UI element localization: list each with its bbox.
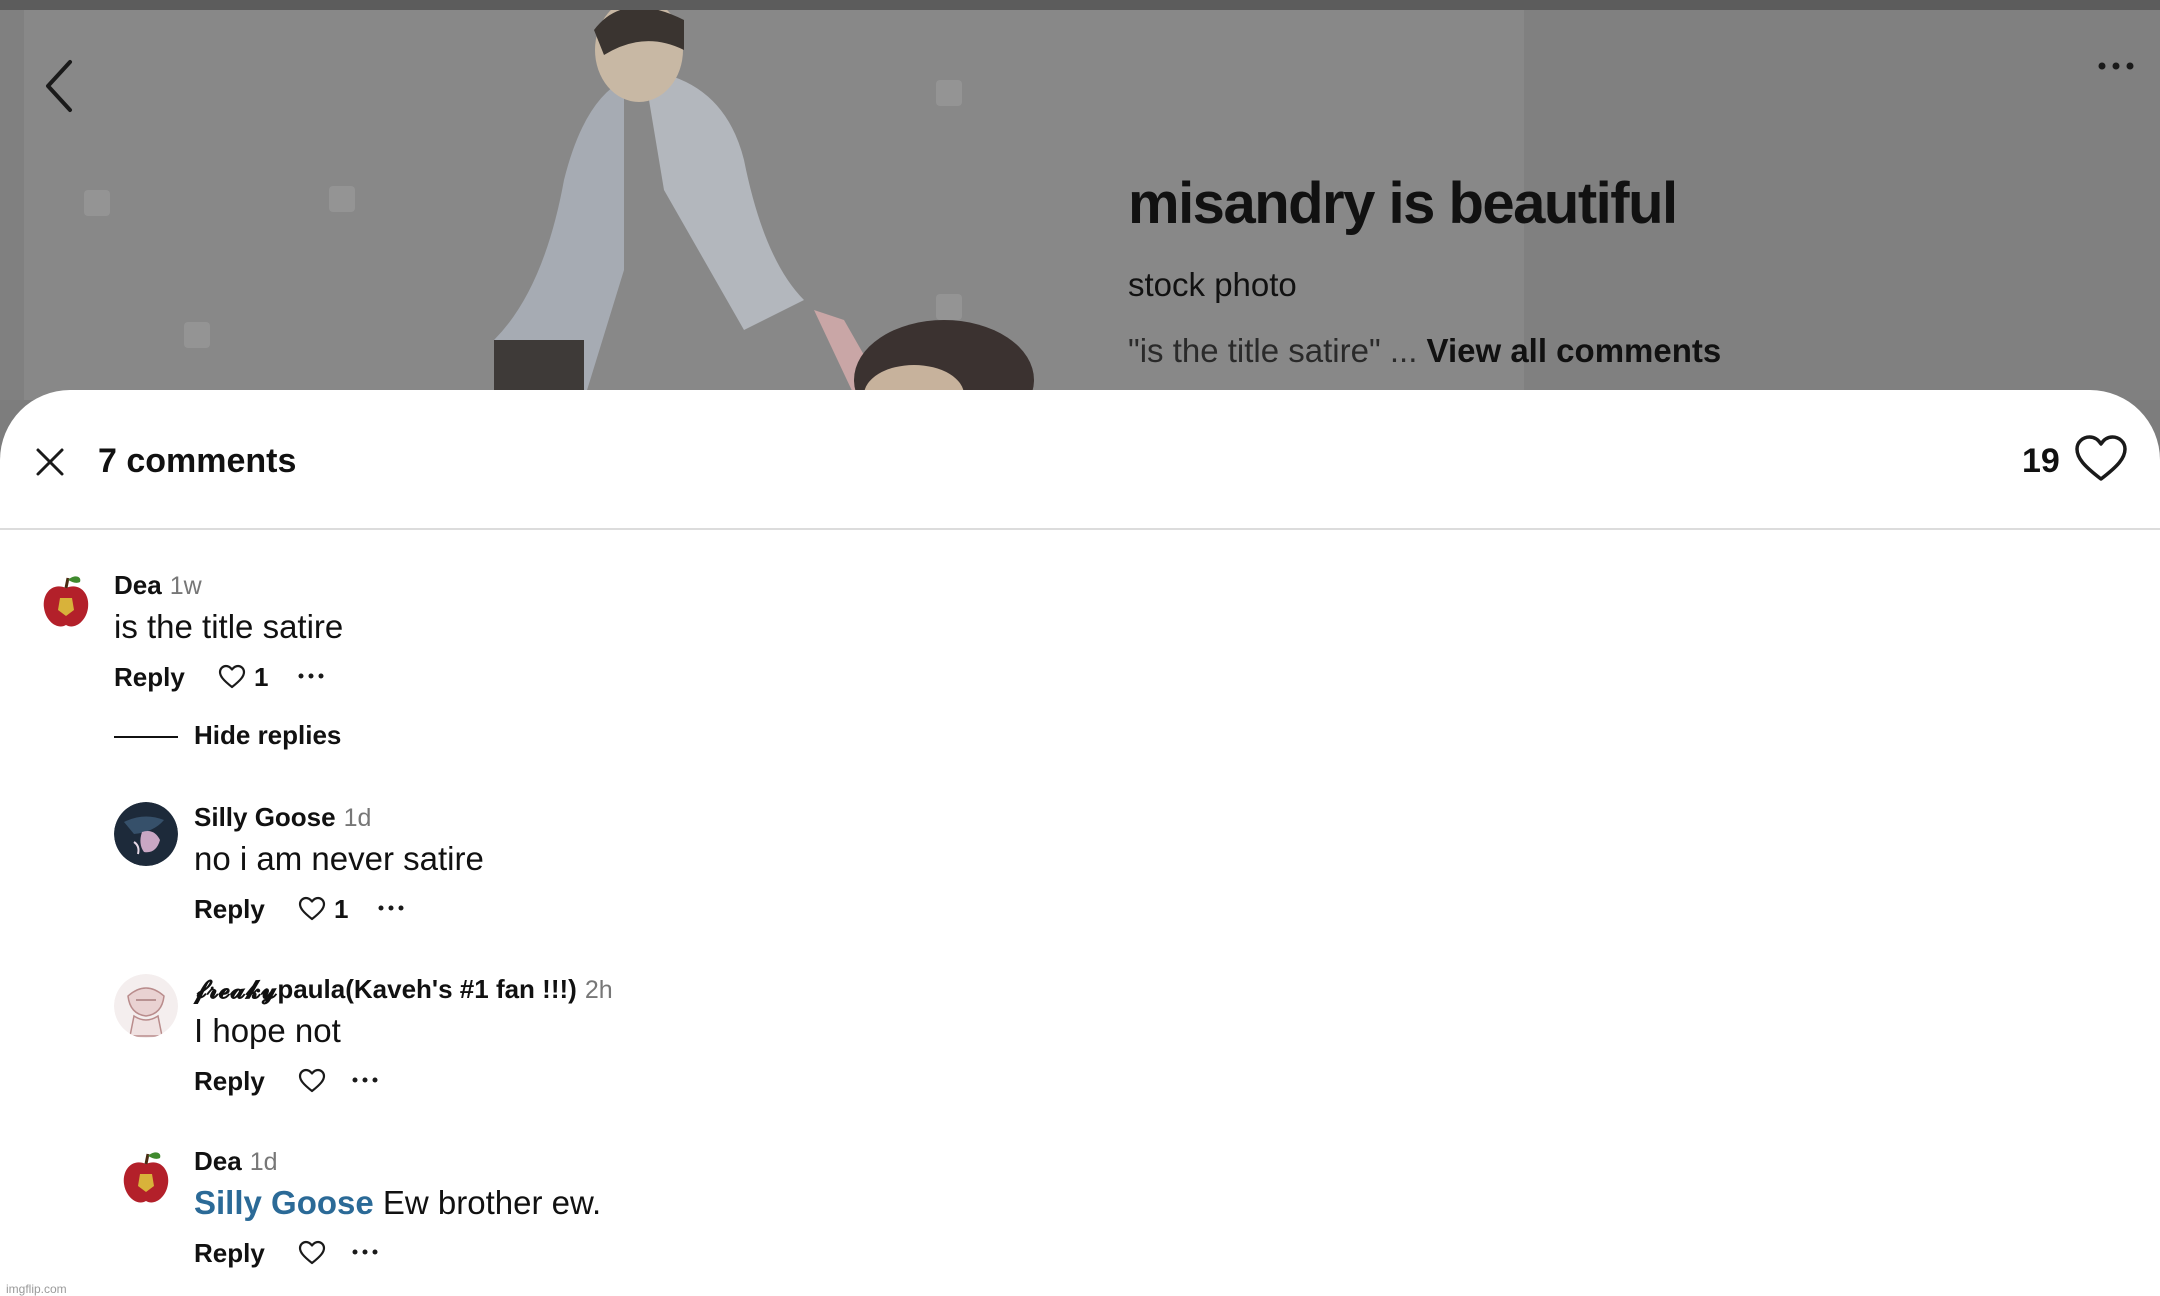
comment-time: 1d <box>343 804 372 832</box>
more-horizontal-icon[interactable] <box>376 898 406 918</box>
comment-actions: Reply 1 <box>114 662 414 698</box>
comment-author[interactable]: Dea <box>114 570 162 600</box>
comment-time: 2h <box>584 976 613 1004</box>
post-like-button[interactable] <box>2074 434 2128 484</box>
reply-button[interactable]: Reply <box>114 662 185 693</box>
chevron-left-icon <box>46 60 72 112</box>
comment-author[interactable]: Silly Goose <box>194 802 336 832</box>
comment-actions: Reply 1 <box>194 894 494 930</box>
apple-avatar-image <box>34 570 98 634</box>
heart-icon[interactable] <box>298 896 326 922</box>
comment-preview-text: "is the title satire" ... <box>1128 332 1418 369</box>
heart-icon[interactable] <box>298 1068 326 1094</box>
comment-meta: Dea 1d <box>194 1146 278 1177</box>
comment-author[interactable]: 𝓯𝓻𝓮𝓪𝓴𝔂paula(Kaveh's #1 fan !!!) <box>194 974 577 1004</box>
post-subtitle: stock photo <box>1128 266 1297 303</box>
avatar[interactable] <box>114 974 178 1038</box>
silly-goose-avatar-image <box>114 802 178 866</box>
reply-comment: Dea 1d Silly Goose Ew brother ew. Reply <box>114 1146 1914 1286</box>
comment-author[interactable]: Dea <box>194 1146 242 1176</box>
post-options-button[interactable] <box>2092 46 2142 86</box>
view-all-comments-link[interactable]: View all comments <box>1427 332 1722 369</box>
reply-comment: Silly Goose 1d no i am never satire Reply… <box>114 802 1914 942</box>
comment-time: 1d <box>249 1148 278 1176</box>
replies-divider-line <box>114 736 178 738</box>
comment-meta: Silly Goose 1d <box>194 802 371 833</box>
avatar[interactable] <box>34 570 98 634</box>
close-comments-button[interactable] <box>30 442 70 482</box>
comment-text: is the title satire <box>114 608 344 645</box>
heart-icon[interactable] <box>218 664 246 690</box>
comments-sheet: 7 comments 19 Dea 1w is the title satire … <box>0 390 2160 1296</box>
comment-meta: 𝓯𝓻𝓮𝓪𝓴𝔂paula(Kaveh's #1 fan !!!) 2h <box>194 974 613 1006</box>
comment-like-count: 1 <box>334 894 349 924</box>
comment-actions: Reply <box>194 1066 494 1102</box>
paula-avatar-image <box>114 974 178 1038</box>
comment-text: I hope not <box>194 1012 341 1049</box>
post-like-count: 19 <box>2022 442 2060 480</box>
reply-button[interactable]: Reply <box>194 894 265 925</box>
imgflip-watermark: imgflip.com <box>6 1282 67 1296</box>
heart-icon[interactable] <box>298 1240 326 1266</box>
post-title: misandry is beautiful <box>1128 171 1678 236</box>
reply-comment: 𝓯𝓻𝓮𝓪𝓴𝔂paula(Kaveh's #1 fan !!!) 2h I hope… <box>114 974 1914 1114</box>
comment-text: Silly Goose Ew brother ew. <box>194 1184 601 1222</box>
reply-button[interactable]: Reply <box>194 1066 265 1097</box>
comment-text: no i am never satire <box>194 840 484 877</box>
hide-replies-label[interactable]: Hide replies <box>194 720 341 751</box>
comment-time: 1w <box>169 572 202 600</box>
comment-preview: "is the title satire" ... View all comme… <box>1128 332 1721 370</box>
back-button[interactable] <box>30 44 90 124</box>
comment-meta: Dea 1w <box>114 570 202 601</box>
avatar[interactable] <box>114 1146 178 1210</box>
comments-count: 7 comments <box>98 442 297 480</box>
comments-header: 7 comments 19 <box>0 390 2160 530</box>
more-horizontal-icon[interactable] <box>296 666 326 686</box>
status-strip <box>0 0 2160 10</box>
comment: Dea 1w is the title satire Reply 1 <box>34 570 1934 710</box>
comment-actions: Reply <box>194 1238 494 1274</box>
more-horizontal-icon[interactable] <box>350 1070 380 1090</box>
post-backdrop: misandry is beautiful stock photo "is th… <box>0 10 2160 400</box>
more-horizontal-icon <box>2098 62 2134 70</box>
more-horizontal-icon[interactable] <box>350 1242 380 1262</box>
comment-like-count: 1 <box>254 662 269 692</box>
reply-button[interactable]: Reply <box>194 1238 265 1269</box>
comment-body: Ew brother ew. <box>382 1184 602 1221</box>
user-mention-link[interactable]: Silly Goose <box>194 1184 374 1221</box>
apple-avatar-image <box>114 1146 178 1210</box>
heart-icon <box>2075 435 2127 481</box>
close-icon <box>36 448 64 476</box>
avatar[interactable] <box>114 802 178 866</box>
